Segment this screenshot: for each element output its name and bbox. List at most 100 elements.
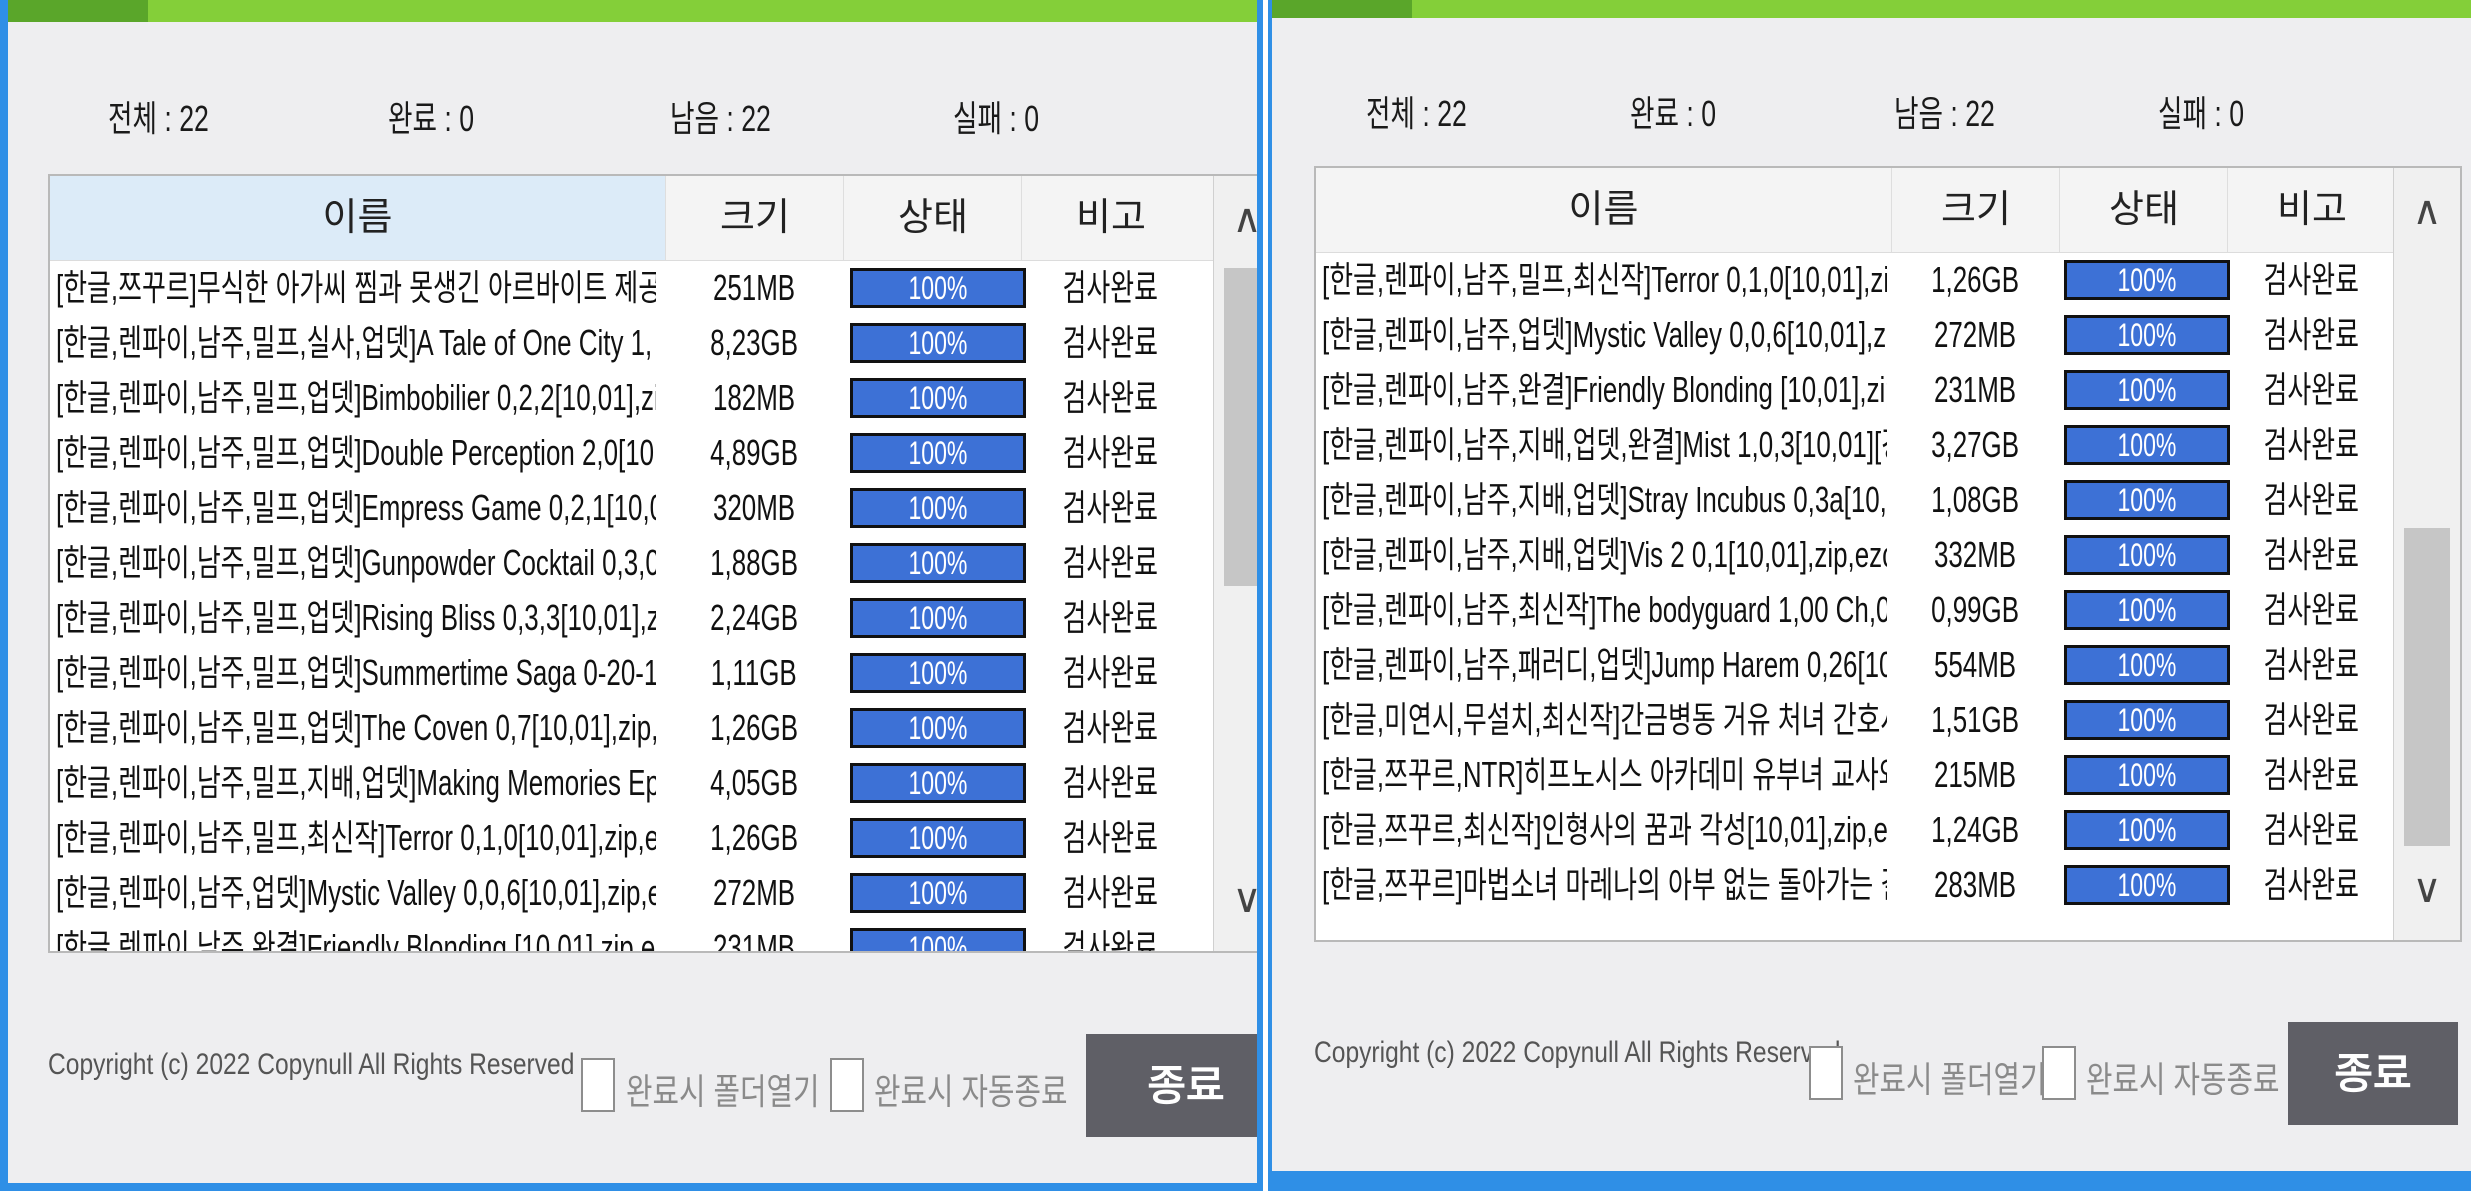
file-size: 320MB (712, 487, 796, 528)
file-size: 272MB (1933, 314, 2017, 355)
file-table: 이름 크기 상태 비고 [한글,렌파이,남주,밀프,최신작]Terror 0,1… (1314, 166, 2462, 942)
note-text: 검사완료 (2263, 424, 2359, 465)
column-header-size[interactable]: 크기 (665, 176, 844, 260)
note-text: 검사완료 (2263, 589, 2359, 630)
table-row[interactable]: [한글,렌파이,남주,패러디,업뎃]Jump Harem 0,26[10,01]… (1316, 637, 2394, 692)
scroll-up-icon[interactable]: ∧ (1214, 196, 1257, 242)
file-name: [한글,쯔꾸르]무식한 아가씨 찜과 못생긴 아르바이트 제공 (56, 267, 656, 308)
scroll-thumb[interactable] (1224, 268, 1257, 586)
progress-bar: 100% (850, 598, 1026, 638)
scroll-thumb[interactable] (2404, 528, 2450, 846)
scroll-up-icon[interactable]: ∧ (2394, 188, 2460, 234)
file-size-cell: 0,99GB (1891, 582, 2059, 637)
file-name: [한글,쯔꾸르]마법소녀 마레나의 아부 없는 돌아가는 길 1 (1322, 864, 1887, 905)
table-row[interactable]: [한글,렌파이,남주,지배,업뎃]Vis 2 0,1[10,01],zip,ez… (1316, 527, 2394, 582)
table-row[interactable]: [한글,렌파이,남주,밀프,실사,업뎃]A Tale of One City 1… (50, 315, 1214, 370)
progress-bar: 100% (2064, 260, 2230, 300)
progress-bar: 100% (850, 433, 1026, 473)
column-header-status[interactable]: 상태 (2059, 168, 2228, 252)
file-size: 1,11GB (711, 652, 797, 693)
progress-label: 100% (2117, 702, 2177, 738)
table-row[interactable]: [한글,쯔꾸르]마법소녀 마레나의 아부 없는 돌아가는 길 1 283MB 100… (1316, 857, 2394, 912)
column-header-note[interactable]: 비고 (2227, 168, 2396, 252)
column-header-note[interactable]: 비고 (1021, 176, 1200, 260)
note-cell: 검사완료 (1021, 645, 1199, 700)
exit-button[interactable]: 종료 (1086, 1034, 1257, 1137)
table-row[interactable]: [한글,렌파이,남주,밀프,업뎃]Rising Bliss 0,3,3[10,0… (50, 590, 1214, 645)
file-name-cell: [한글,렌파이,남주,밀프,실사,업뎃]A Tale of One City 1… (56, 315, 656, 370)
note-text: 검사완료 (1062, 872, 1158, 913)
vertical-scrollbar[interactable]: ∧ ∨ (1213, 176, 1257, 951)
progress-label: 100% (2117, 647, 2177, 683)
open-folder-label[interactable]: 완료시 폴더열기 (626, 1063, 819, 1115)
file-size-cell: 182MB (665, 370, 843, 425)
table-row[interactable]: [한글,렌파이,남주,완결]Friendly Blonding [10,01],… (1316, 362, 2394, 417)
table-row[interactable]: [한글,렌파이,남주,지배,업뎃,완결]Mist 1,0,3[10,01][강추… (1316, 417, 2394, 472)
table-row[interactable]: [한글,미연시,무설치,최신작]간금병동 거유 처녀 간호사의 1,51GB 100… (1316, 692, 2394, 747)
title-bar (8, 0, 1257, 22)
vertical-scrollbar[interactable]: ∧ ∨ (2393, 168, 2460, 940)
column-header-name[interactable]: 이름 (50, 176, 665, 260)
auto-exit-label[interactable]: 완료시 자동종료 (874, 1063, 1067, 1115)
stat-total: 전체 : 22 (108, 98, 209, 139)
file-name: [한글,렌파이,남주,밀프,업뎃]The Coven 0,7[10,01],zi… (56, 707, 656, 748)
file-size: 231MB (712, 927, 796, 951)
table-row[interactable]: [한글,렌파이,남주,업뎃]Mystic Valley 0,0,6[10,01]… (1316, 307, 2394, 362)
file-name-cell: [한글,쯔꾸르,NTR]히프노시스 아카데미 유부녀 교사와 최 (1322, 747, 1887, 802)
note-cell: 검사완료 (1021, 480, 1199, 535)
note-text: 검사완료 (1062, 927, 1158, 951)
file-size-cell: 1,11GB (665, 645, 843, 700)
stat-failed: 실패 : 0 (953, 98, 1040, 139)
table-row[interactable]: [한글,렌파이,남주,밀프,업뎃]Empress Game 0,2,1[10,0… (50, 480, 1214, 535)
table-header: 이름 크기 상태 비고 (1316, 168, 2394, 253)
file-size: 251MB (712, 267, 796, 308)
copyright-text: Copyright (c) 2022 Copynull All Rights R… (1314, 1036, 1841, 1069)
file-name-cell: [한글,렌파이,남주,지배,업뎃,완결]Mist 1,0,3[10,01][강추 (1322, 417, 1887, 472)
table-row[interactable]: [한글,렌파이,남주,업뎃]Mystic Valley 0,0,6[10,01]… (50, 865, 1214, 920)
open-folder-label[interactable]: 완료시 폴더열기 (1853, 1051, 2046, 1103)
table-row[interactable]: [한글,렌파이,남주,완결]Friendly Blonding [10,01],… (50, 920, 1214, 951)
column-header-name[interactable]: 이름 (1316, 168, 1891, 252)
column-header-size[interactable]: 크기 (1891, 168, 2060, 252)
file-size-cell: 332MB (1891, 527, 2059, 582)
progress-label: 100% (908, 875, 968, 911)
file-name-cell: [한글,렌파이,남주,밀프,최신작]Terror 0,1,0[10,01],zi… (1322, 252, 1887, 307)
table-row[interactable]: [한글,렌파이,남주,밀프,업뎃]Double Perception 2,0[1… (50, 425, 1214, 480)
table-row[interactable]: [한글,렌파이,남주,밀프,업뎃]Bimbobilier 0,2,2[10,01… (50, 370, 1214, 425)
open-folder-checkbox[interactable] (581, 1058, 615, 1112)
file-size: 182MB (712, 377, 796, 418)
file-size-cell: 1,51GB (1891, 692, 2059, 747)
column-header-status[interactable]: 상태 (843, 176, 1022, 260)
note-cell: 검사완료 (2227, 582, 2394, 637)
table-row[interactable]: [한글,렌파이,남주,밀프,업뎃]Gunpowder Cocktail 0,3,… (50, 535, 1214, 590)
table-row[interactable]: [한글,렌파이,남주,밀프,업뎃]The Coven 0,7[10,01],zi… (50, 700, 1214, 755)
file-name: [한글,렌파이,남주,업뎃]Mystic Valley 0,0,6[10,01]… (1322, 314, 1887, 355)
auto-exit-checkbox[interactable] (2042, 1046, 2076, 1100)
file-name-cell: [한글,렌파이,남주,밀프,업뎃]The Coven 0,7[10,01],zi… (56, 700, 656, 755)
exit-button[interactable]: 종료 (2288, 1022, 2458, 1125)
file-name-cell: [한글,미연시,무설치,최신작]간금병동 거유 처녀 간호사의 (1322, 692, 1887, 747)
table-row[interactable]: [한글,렌파이,남주,밀프,최신작]Terror 0,1,0[10,01],zi… (1316, 252, 2394, 307)
scroll-down-icon[interactable]: ∨ (1214, 876, 1257, 922)
file-size-cell: 2,24GB (665, 590, 843, 645)
table-row[interactable]: [한글,렌파이,남주,최신작]The bodyguard 1,00 Ch,01,… (1316, 582, 2394, 637)
table-row[interactable]: [한글,쯔꾸르,NTR]히프노시스 아카데미 유부녀 교사와 최 215MB 100… (1316, 747, 2394, 802)
table-row[interactable]: [한글,쯔꾸르]무식한 아가씨 찜과 못생긴 아르바이트 제공 251MB 100%… (50, 260, 1214, 315)
scroll-down-icon[interactable]: ∨ (2394, 866, 2460, 912)
table-row[interactable]: [한글,렌파이,남주,지배,업뎃]Stray Incubus 0,3a[10,0… (1316, 472, 2394, 527)
progress-label: 100% (908, 270, 968, 306)
table-row[interactable]: [한글,렌파이,남주,밀프,업뎃]Summertime Saga 0-20-1 1… (50, 645, 1214, 700)
auto-exit-checkbox[interactable] (830, 1058, 864, 1112)
table-row[interactable]: [한글,쯔꾸르,최신작]인형사의 꿈과 각성[10,01],zip,ezc 1,2… (1316, 802, 2394, 857)
file-name: [한글,렌파이,남주,지배,업뎃]Vis 2 0,1[10,01],zip,ez… (1322, 534, 1887, 575)
table-row[interactable]: [한글,렌파이,남주,밀프,지배,업뎃]Making Memories Ep 4,… (50, 755, 1214, 810)
note-cell: 검사완료 (2227, 747, 2394, 802)
auto-exit-label[interactable]: 완료시 자동종료 (2086, 1051, 2279, 1103)
table-row[interactable]: [한글,렌파이,남주,밀프,최신작]Terror 0,1,0[10,01],zi… (50, 810, 1214, 865)
note-text: 검사완료 (1062, 542, 1158, 583)
open-folder-checkbox[interactable] (1809, 1046, 1843, 1100)
note-cell: 검사완료 (2227, 857, 2394, 912)
file-size-cell: 1,08GB (1891, 472, 2059, 527)
file-size-cell: 215MB (1891, 747, 2059, 802)
table-body: [한글,쯔꾸르]무식한 아가씨 찜과 못생긴 아르바이트 제공 251MB 100%… (50, 260, 1214, 951)
